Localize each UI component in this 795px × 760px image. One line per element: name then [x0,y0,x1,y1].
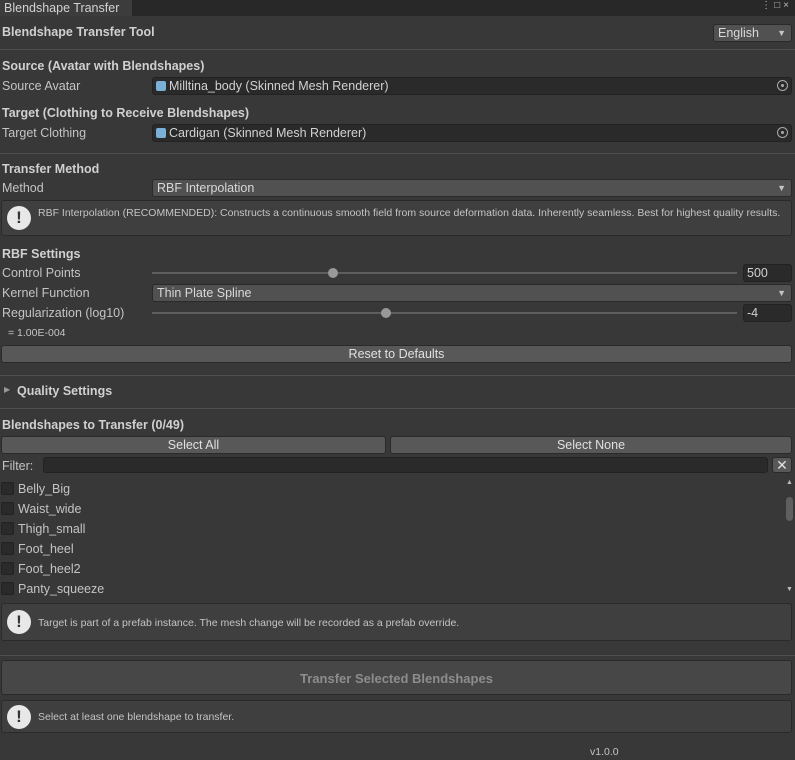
blendshape-name: Panty_squeeze [18,582,105,596]
info-icon: ! [7,610,31,634]
regularization-label: Regularization (log10) [2,306,125,320]
chevron-down-icon: ▼ [777,183,786,193]
blendshape-row[interactable]: Panty_squeeze [0,579,783,599]
blendshape-name: Foot_heel [18,542,74,556]
divider [0,408,795,409]
rbf-heading: RBF Settings [2,247,81,261]
blendshape-name: Belly_Big [18,482,71,496]
blendshape-checkbox[interactable] [1,482,14,495]
blendshape-name: Thigh_small [18,522,86,536]
window-menu-icons[interactable]: ⋮□× [761,0,792,11]
target-clothing-value: Cardigan (Skinned Mesh Renderer) [169,126,367,140]
chevron-down-icon: ▼ [777,28,786,38]
kernel-value: Thin Plate Spline [157,286,252,300]
transfer-help-text: Select at least one blendshape to transf… [38,711,235,723]
target-clothing-field[interactable]: Cardigan (Skinned Mesh Renderer) [152,124,792,142]
transfer-button[interactable]: Transfer Selected Blendshapes [1,660,792,695]
blendshape-row[interactable]: Belly_Big [0,479,783,499]
blendshape-checkbox[interactable] [1,562,14,575]
source-avatar-value: Milltina_body (Skinned Mesh Renderer) [169,79,389,93]
blendshape-list: Belly_Big Waist_wide Thigh_small Foot_heel F… [0,479,783,599]
blendshape-checkbox[interactable] [1,582,14,595]
blendshapes-heading: Blendshapes to Transfer (0/49) [2,418,185,432]
blendshape-row[interactable]: Waist_wide [0,499,783,519]
blendshape-row[interactable]: Foot_heel2 [0,559,783,579]
kernel-dropdown[interactable]: Thin Plate Spline ▼ [152,284,792,302]
scrollbar-thumb[interactable] [786,497,793,521]
select-all-button[interactable]: Select All [1,436,386,454]
kernel-label: Kernel Function [2,286,90,300]
source-avatar-label: Source Avatar [2,79,81,93]
list-scrollbar[interactable]: ▲ ▼ [783,479,795,599]
divider [0,655,795,656]
object-picker-icon[interactable] [777,80,788,91]
blendshape-row[interactable]: Thigh_small [0,519,783,539]
object-picker-icon[interactable] [777,127,788,138]
divider [0,49,795,50]
slider-track[interactable] [152,312,737,314]
method-heading: Transfer Method [2,162,100,176]
scroll-up-icon[interactable]: ▲ [786,479,793,486]
blendshape-checkbox[interactable] [1,542,14,555]
clear-filter-button[interactable]: ✕ [772,457,792,473]
method-help-box: ! RBF Interpolation (RECOMMENDED): Constr… [1,200,792,236]
window-tab[interactable]: Blendshape Transfer [0,0,132,16]
blendshape-checkbox[interactable] [1,502,14,515]
slider-thumb[interactable] [381,308,391,318]
control-points-label: Control Points [2,266,81,280]
method-dropdown[interactable]: RBF Interpolation ▼ [152,179,792,197]
version-label: v1.0.0 [590,746,619,758]
info-icon: ! [7,705,31,729]
divider [0,375,795,376]
method-label: Method [2,181,44,195]
chevron-down-icon: ▼ [777,288,786,298]
transfer-help-box: ! Select at least one blendshape to trans… [1,700,792,733]
target-heading: Target (Clothing to Receive Blendshapes) [2,106,250,120]
divider [0,153,795,154]
method-value: RBF Interpolation [157,181,255,195]
close-icon: ✕ [776,457,788,473]
control-points-input[interactable]: 500 [743,264,792,282]
blendshape-name: Foot_heel2 [18,562,81,576]
method-help-text: RBF Interpolation (RECOMMENDED): Constru… [38,207,781,219]
info-icon: ! [7,206,31,230]
foldout-arrow-icon[interactable]: ▶ [4,385,10,394]
skinned-mesh-icon [156,128,166,138]
select-none-button[interactable]: Select None [390,436,792,454]
source-heading: Source (Avatar with Blendshapes) [2,59,205,73]
filter-input[interactable] [43,457,768,473]
blendshape-name: Waist_wide [18,502,82,516]
language-value: English [718,26,759,40]
language-dropdown[interactable]: English ▼ [713,24,792,42]
regularization-readout: = 1.00E-004 [8,327,66,339]
slider-track[interactable] [152,272,737,274]
filter-label: Filter: [2,459,34,473]
source-avatar-field[interactable]: Milltina_body (Skinned Mesh Renderer) [152,77,792,95]
scroll-down-icon[interactable]: ▼ [786,586,793,593]
skinned-mesh-icon [156,81,166,91]
slider-thumb[interactable] [328,268,339,278]
blendshape-row[interactable]: Foot_heel [0,539,783,559]
prefab-help-text: Target is part of a prefab instance. The… [38,617,460,629]
quality-settings-foldout[interactable]: Quality Settings [17,384,112,398]
reset-defaults-button[interactable]: Reset to Defaults [1,345,792,363]
target-clothing-label: Target Clothing [2,126,87,140]
blendshape-checkbox[interactable] [1,522,14,535]
prefab-help-box: ! Target is part of a prefab instance. Th… [1,603,792,641]
page-title: Blendshape Transfer Tool [2,25,155,39]
regularization-input[interactable]: -4 [743,304,792,322]
